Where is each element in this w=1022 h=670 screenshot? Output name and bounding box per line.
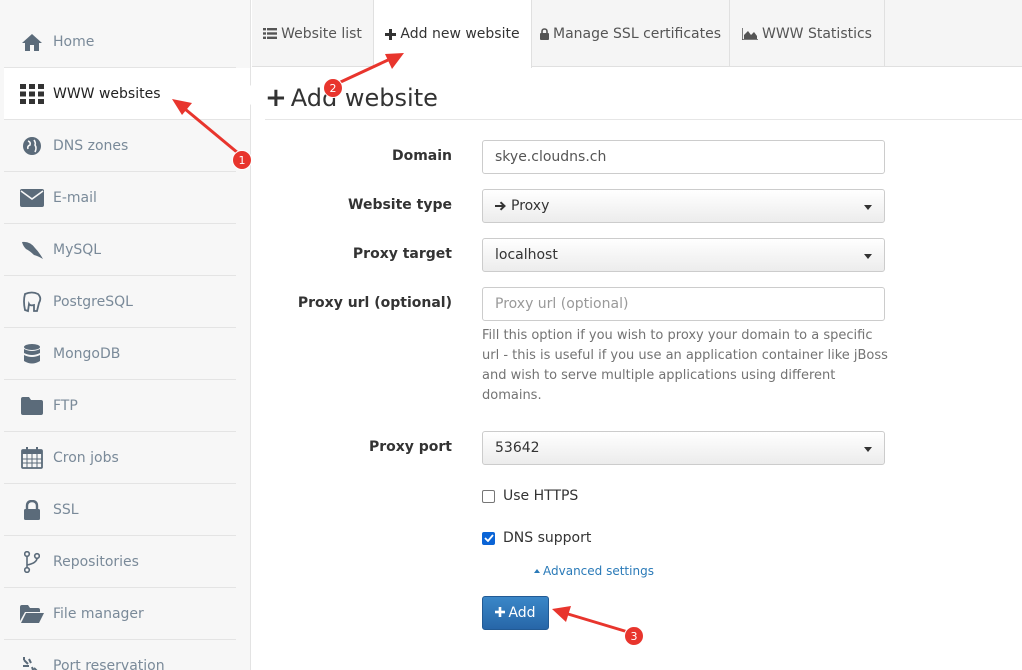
- annotation-arrow-2: [331, 53, 404, 88]
- annotation-arrow-3: [552, 606, 629, 634]
- annotation-badge-2: 2: [323, 78, 343, 98]
- annotation-badge-1: 1: [232, 150, 252, 170]
- annotation-arrows: [172, 53, 629, 634]
- annotation-arrow-1: [172, 99, 239, 155]
- annotation-badge-3: 3: [624, 626, 644, 646]
